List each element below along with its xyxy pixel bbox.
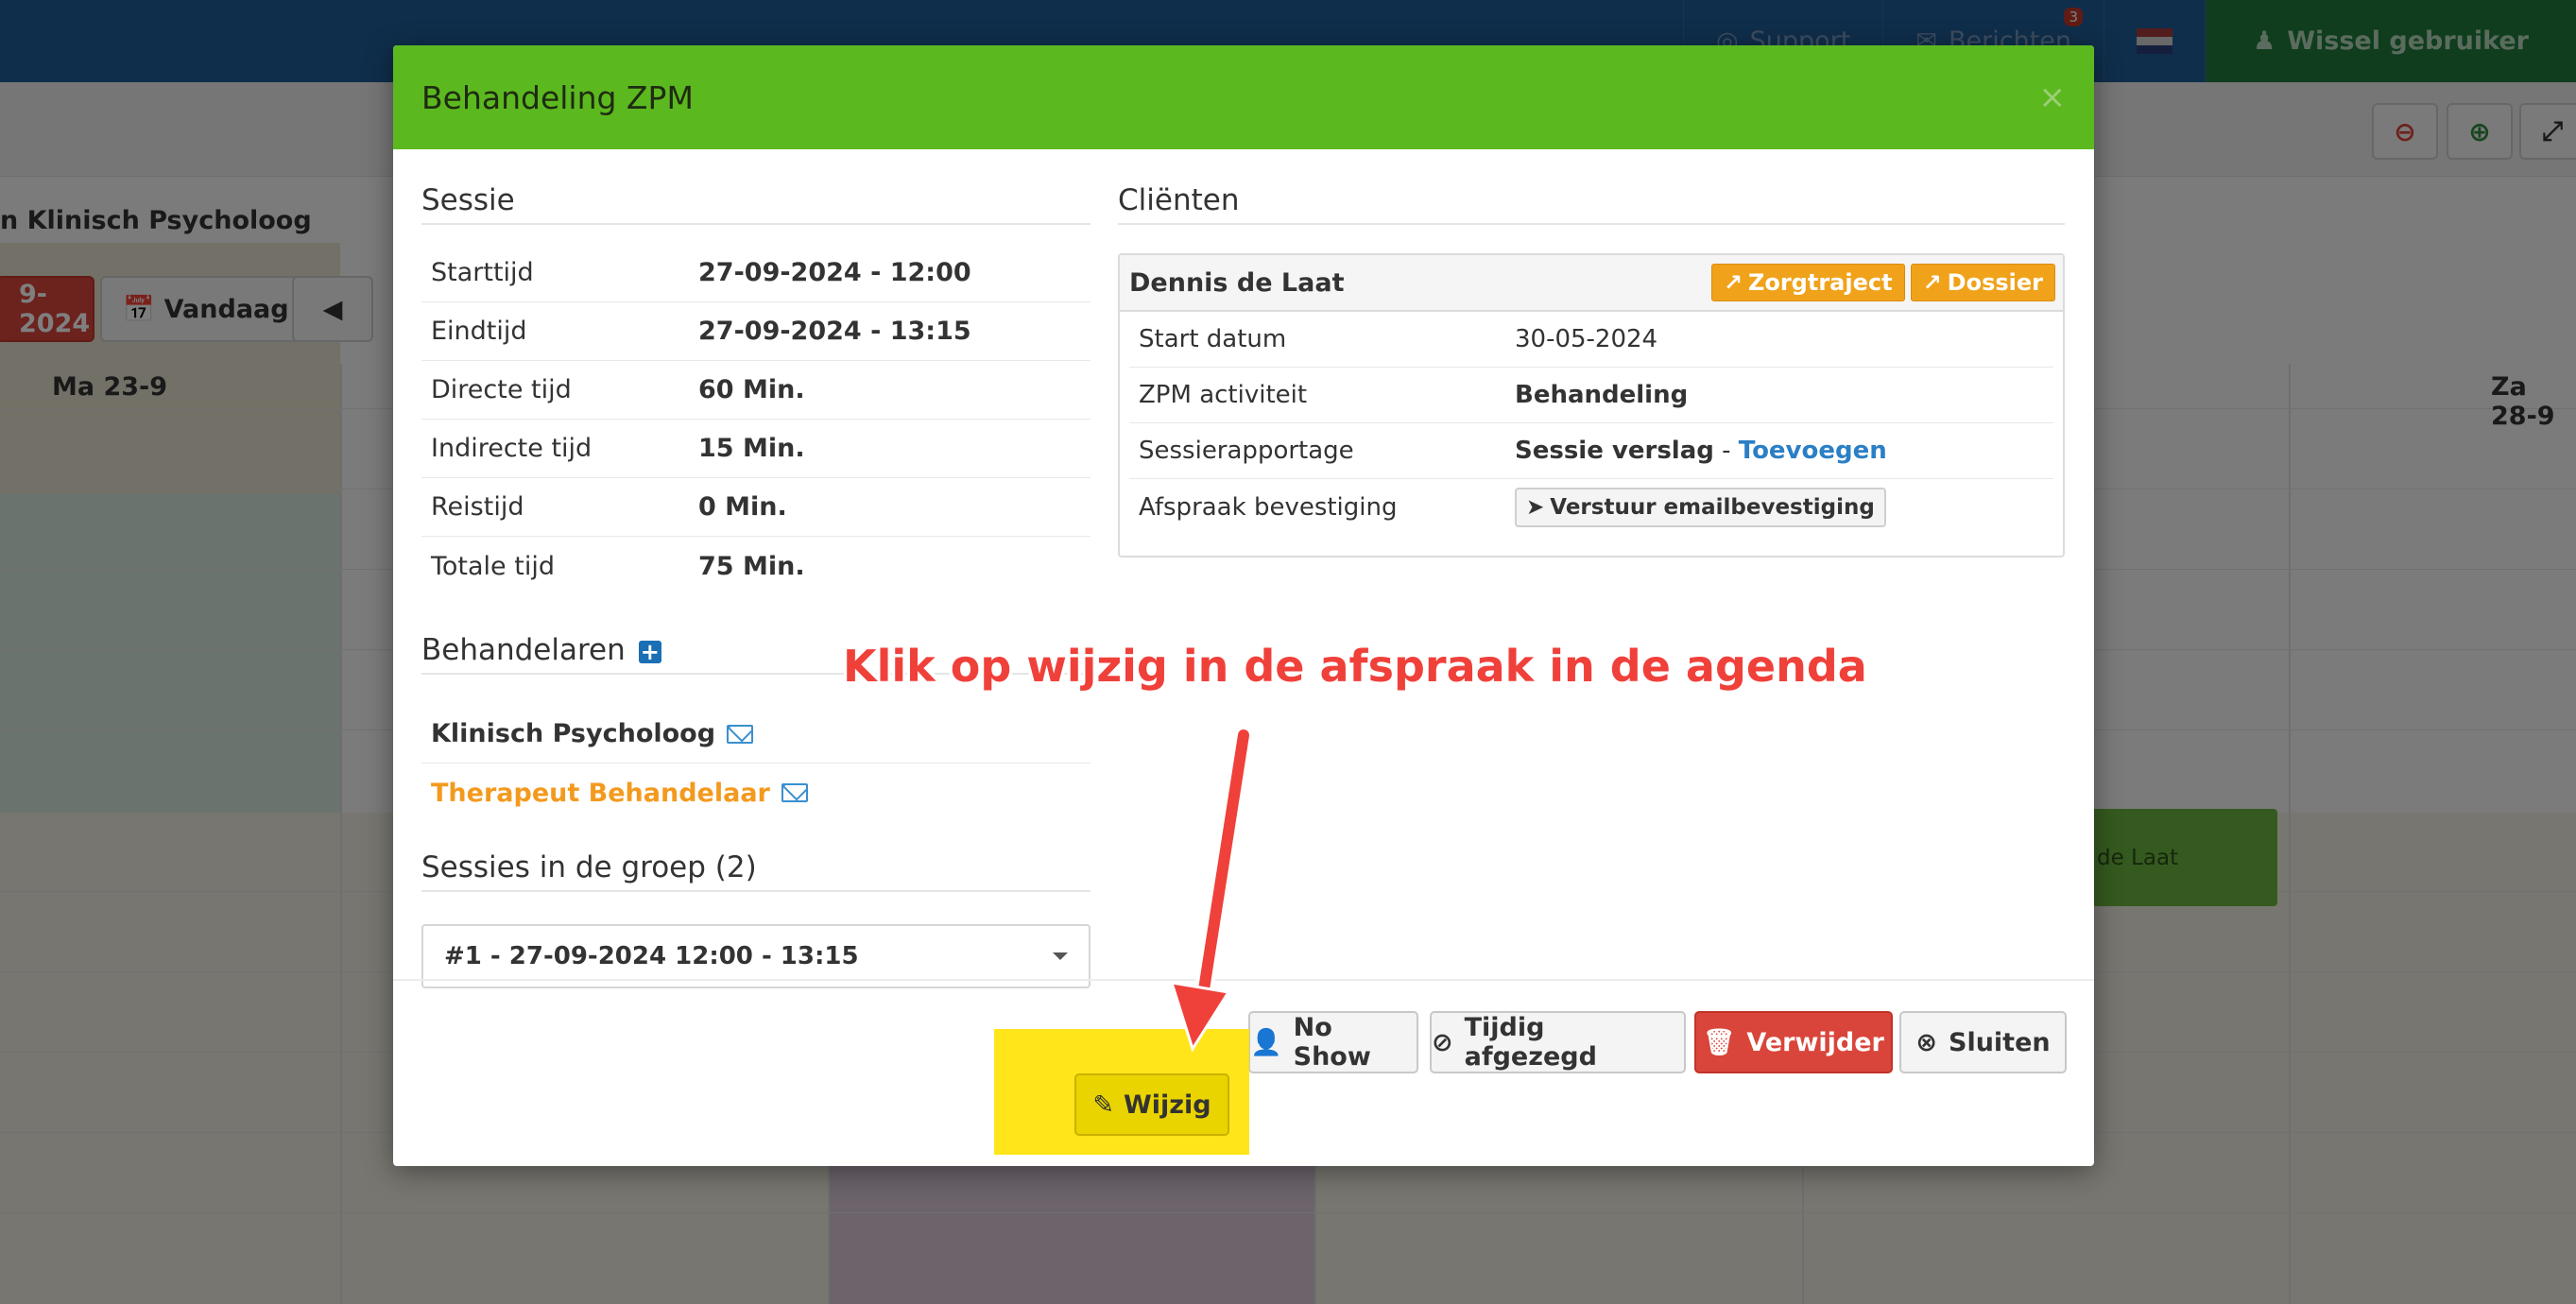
zorgtraject-label: Zorgtraject	[1747, 269, 1893, 296]
row-label: Directe tijd	[431, 375, 572, 404]
dossier-button[interactable]: ↗ Dossier	[1910, 264, 2055, 301]
add-report-link[interactable]: Toevoegen	[1739, 437, 1887, 465]
close-label: Sluiten	[1949, 1027, 2051, 1057]
row-value: 75 Min.	[698, 551, 805, 581]
table-row: Start datum 30-05-2024	[1129, 312, 2053, 368]
row-value: Behandeling	[1515, 381, 1689, 409]
treater-name: Therapeut Behandelaar	[431, 778, 770, 808]
table-row: Indirecte tijd 15 Min.	[421, 420, 1091, 478]
user-times-icon: 👤	[1250, 1028, 1282, 1057]
pencil-icon: ✎	[1092, 1090, 1115, 1120]
dossier-label: Dossier	[1947, 269, 2043, 296]
table-row: Directe tijd 60 Min.	[421, 361, 1091, 420]
row-label: ZPM activiteit	[1139, 381, 1308, 409]
client-panel-header: Dennis de Laat ↗ Zorgtraject ↗ Dossier	[1120, 255, 2063, 312]
no-show-button[interactable]: 👤 No Show	[1248, 1011, 1418, 1073]
appointment-modal: Behandeling ZPM × Sessie Starttijd 27-09…	[393, 45, 2094, 1166]
row-value: 0 Min.	[698, 492, 787, 522]
row-label: Afspraak bevestiging	[1139, 492, 1398, 522]
group-sessions-heading: Sessies in de groep (2)	[421, 850, 1091, 892]
table-row: Sessierapportage Sessie verslag - Toevoe…	[1129, 423, 2053, 479]
client-actions: ↗ Zorgtraject ↗ Dossier	[1706, 264, 2055, 301]
table-row: Eindtijd 27-09-2024 - 13:15	[421, 302, 1091, 361]
row-value: 30-05-2024	[1515, 325, 1658, 353]
paper-plane-icon: ➤	[1526, 494, 1545, 520]
row-value: Sessie verslag - Toevoegen	[1515, 437, 1887, 465]
external-link-icon: ↗	[1723, 269, 1743, 296]
clients-heading: Cliënten	[1118, 183, 2065, 225]
selected-session: #1 - 27-09-2024 12:00 - 13:15	[444, 942, 859, 970]
delete-button[interactable]: 🗑 Verwijder	[1694, 1011, 1893, 1073]
envelope-icon[interactable]	[727, 724, 754, 744]
row-value: 27-09-2024 - 13:15	[698, 317, 971, 346]
edit-label: Wijzig	[1124, 1090, 1211, 1120]
treater-name: Klinisch Psycholoog	[431, 719, 716, 748]
zorgtraject-button[interactable]: ↗ Zorgtraject	[1710, 264, 1905, 301]
no-show-label: No Show	[1293, 1013, 1371, 1072]
row-value: 15 Min.	[698, 434, 805, 463]
trash-icon: 🗑	[1703, 1028, 1736, 1057]
table-row: ZPM activiteit Behandeling	[1129, 368, 2053, 423]
treater-item: Klinisch Psycholoog	[421, 705, 1091, 764]
times-circle-icon: ⊗	[1915, 1027, 1937, 1057]
external-link-icon: ↗	[1922, 269, 1942, 296]
row-value: 27-09-2024 - 12:00	[698, 258, 971, 287]
table-row: Starttijd 27-09-2024 - 12:00	[421, 244, 1091, 302]
chevron-down-icon	[1053, 952, 1068, 960]
report-value: Sessie verslag	[1515, 437, 1714, 465]
report-separator: -	[1713, 437, 1739, 465]
close-icon[interactable]: ×	[2039, 78, 2067, 116]
treaters-heading-label: Behandelaren	[421, 633, 626, 667]
cancelled-in-time-button[interactable]: ⊘ Tijdig afgezegd	[1430, 1011, 1686, 1073]
row-label: Eindtijd	[431, 317, 527, 346]
row-label: Start datum	[1139, 325, 1287, 353]
modal-header: Behandeling ZPM ×	[393, 45, 2094, 149]
row-label: Starttijd	[431, 258, 534, 287]
delete-label: Verwijder	[1746, 1027, 1884, 1057]
client-panel: Dennis de Laat ↗ Zorgtraject ↗ Dossier S…	[1118, 253, 2065, 558]
table-row: Totale tijd 75 Min.	[421, 537, 1091, 595]
row-label: Indirecte tijd	[431, 434, 592, 463]
modal-body: Sessie Starttijd 27-09-2024 - 12:00 Eind…	[393, 149, 2094, 1102]
client-name: Dennis de Laat	[1129, 267, 1345, 298]
cancelled-label: Tijdig afgezegd	[1464, 1013, 1597, 1072]
session-heading: Sessie	[421, 183, 1091, 225]
edit-button[interactable]: ✎ Wijzig	[1074, 1073, 1229, 1136]
table-row: Reistijd 0 Min.	[421, 478, 1091, 537]
row-value: 60 Min.	[698, 375, 805, 404]
annotation-text: Klik op wijzig in de afspraak in de agen…	[843, 641, 1867, 692]
row-label: Reistijd	[431, 492, 524, 522]
send-email-label: Verstuur emailbevestiging	[1550, 494, 1875, 520]
ban-icon: ⊘	[1432, 1027, 1453, 1057]
modal-title: Behandeling ZPM	[421, 78, 694, 116]
session-details-table: Starttijd 27-09-2024 - 12:00 Eindtijd 27…	[421, 244, 1091, 595]
close-button[interactable]: ⊗ Sluiten	[1899, 1011, 2067, 1073]
row-label: Sessierapportage	[1139, 437, 1354, 465]
row-label: Totale tijd	[431, 551, 555, 581]
send-email-confirmation-button[interactable]: ➤ Verstuur emailbevestiging	[1515, 487, 1886, 527]
table-row: Afspraak bevestiging ➤ Verstuur emailbev…	[1129, 479, 2053, 535]
envelope-icon[interactable]	[781, 783, 808, 802]
treater-item: Therapeut Behandelaar	[421, 764, 1091, 822]
add-treater-icon[interactable]: +	[638, 640, 661, 663]
